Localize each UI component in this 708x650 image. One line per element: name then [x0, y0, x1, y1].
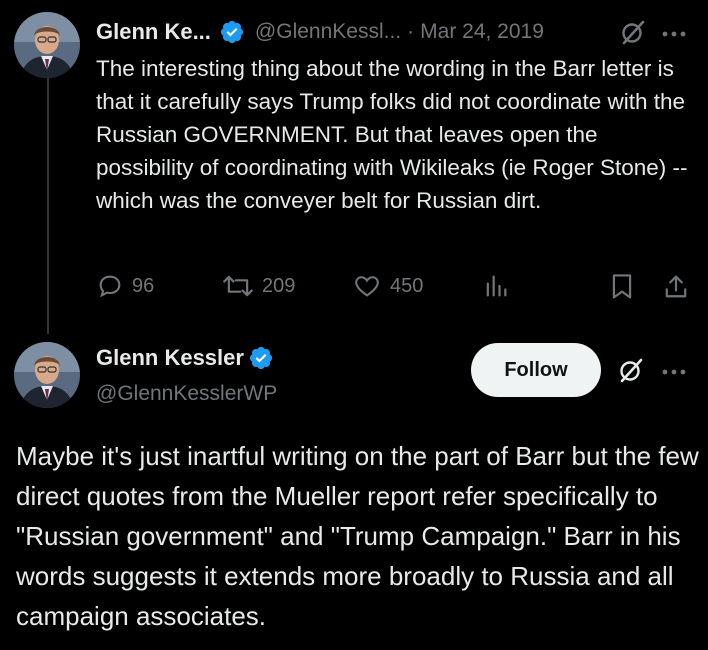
- bookmark-button[interactable]: [608, 272, 644, 302]
- views-icon: [486, 275, 507, 297]
- reply-button[interactable]: 96: [96, 272, 154, 300]
- tweet-date[interactable]: Mar 24, 2019: [420, 20, 544, 44]
- grok-icon[interactable]: [618, 357, 644, 388]
- heart-icon: [355, 276, 379, 297]
- like-button[interactable]: 450: [352, 272, 423, 300]
- tweet-text: Maybe it's just inartful writing on the …: [16, 441, 699, 631]
- author-name[interactable]: Glenn Kessler: [96, 345, 244, 371]
- share-icon: [665, 275, 687, 298]
- more-icon[interactable]: [661, 26, 687, 44]
- more-icon[interactable]: [661, 364, 687, 382]
- retweet-button[interactable]: 209: [222, 272, 295, 300]
- views-button[interactable]: [482, 272, 518, 300]
- avatar[interactable]: [14, 12, 80, 78]
- follow-button[interactable]: Follow: [471, 343, 601, 397]
- like-count: 450: [390, 274, 424, 297]
- tweet-text: The interesting thing about the wording …: [96, 56, 688, 213]
- reply-icon: [99, 275, 121, 298]
- bookmark-icon: [612, 274, 632, 299]
- verified-badge-icon: [219, 19, 245, 45]
- retweet-count: 209: [262, 274, 296, 297]
- author-name[interactable]: Glenn Ke...: [96, 19, 211, 45]
- share-button[interactable]: [662, 272, 698, 302]
- reply-count: 96: [132, 274, 155, 297]
- author-handle[interactable]: @GlennKessl...: [255, 20, 401, 44]
- tweet2-author-row: Glenn Kessler: [96, 345, 274, 371]
- tweet-thread: Glenn Ke... @GlennKessl... · Mar 24, 201…: [0, 0, 708, 650]
- tweet1-header: Glenn Ke... @GlennKessl... · Mar 24, 201…: [96, 16, 544, 48]
- thread-connector-line: [47, 76, 49, 334]
- author-handle[interactable]: @GlennKesslerWP: [96, 382, 277, 406]
- verified-badge-icon: [248, 345, 274, 371]
- avatar[interactable]: [14, 342, 80, 408]
- grok-icon[interactable]: [620, 19, 646, 50]
- tweet-actions: 96 209 450: [96, 272, 696, 304]
- retweet-icon: [223, 275, 253, 297]
- separator: ·: [407, 20, 415, 43]
